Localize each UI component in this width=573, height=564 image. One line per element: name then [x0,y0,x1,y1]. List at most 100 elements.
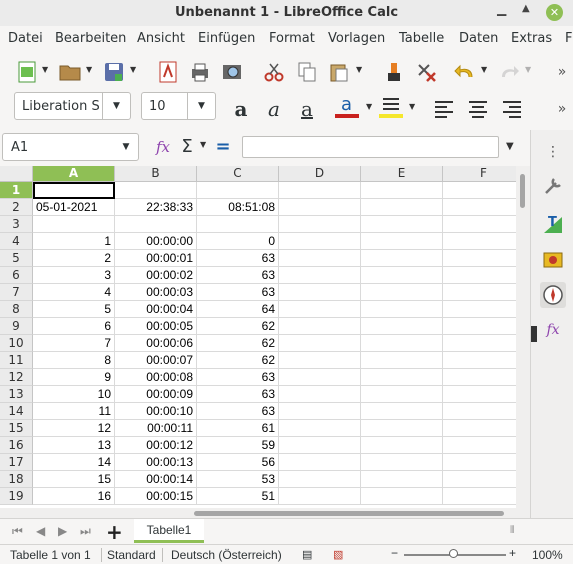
clone-formatting-icon[interactable] [381,59,407,85]
table-cell[interactable]: 12 [33,420,115,437]
zoom-level[interactable]: 100% [532,548,563,562]
table-cell[interactable]: 00:00:03 [115,284,197,301]
add-sheet-icon[interactable]: + [106,520,123,544]
italic-icon[interactable]: a [261,96,287,122]
table-cell[interactable]: 08:51:08 [197,199,279,216]
table-cell[interactable]: 3 [33,267,115,284]
table-cell[interactable] [443,437,516,454]
table-cell[interactable]: 00:00:12 [115,437,197,454]
table-cell[interactable] [443,267,516,284]
table-cell[interactable] [279,250,361,267]
menu-tabelle[interactable]: Tabelle [399,31,444,46]
table-cell[interactable]: 00:00:06 [115,335,197,352]
highlight-dropdown-icon[interactable]: ▼ [409,102,415,111]
table-cell[interactable]: 14 [33,454,115,471]
redo-dropdown-icon[interactable]: ▼ [525,65,531,74]
table-cell[interactable]: 53 [197,471,279,488]
gallery-icon[interactable] [541,248,565,272]
chevron-down-icon[interactable]: ▼ [187,93,215,119]
sum-icon[interactable]: Σ [174,133,200,159]
table-cell[interactable]: 22:38:33 [115,199,197,216]
table-cell[interactable]: 62 [197,318,279,335]
menu-ansicht[interactable]: Ansicht [137,31,185,46]
clear-formatting-icon[interactable] [413,59,439,85]
print-preview-icon[interactable] [219,59,245,85]
row-header[interactable]: 18 [0,471,33,488]
document-modified-icon[interactable]: ▧ [333,548,343,561]
table-cell[interactable]: 15 [33,471,115,488]
styles-icon[interactable]: T [541,212,565,236]
table-cell[interactable]: 59 [197,437,279,454]
formula-icon[interactable]: = [210,133,236,159]
table-cell[interactable]: 00:00:02 [115,267,197,284]
table-cell[interactable] [361,233,443,250]
table-cell[interactable]: 00:00:00 [115,233,197,250]
active-cell[interactable] [33,182,115,199]
table-cell[interactable]: 10 [33,386,115,403]
sheet-tab-tabelle1[interactable]: Tabelle1 [134,519,204,543]
column-header-a[interactable]: A [33,166,115,182]
table-cell[interactable]: 63 [197,369,279,386]
column-header-e[interactable]: E [361,166,443,182]
table-cell[interactable]: 00:00:08 [115,369,197,386]
save-icon[interactable] [101,59,127,85]
table-cell[interactable]: 6 [33,318,115,335]
table-cell[interactable] [279,454,361,471]
table-cell[interactable]: 00:00:09 [115,386,197,403]
table-cell[interactable]: 0 [197,233,279,250]
table-cell[interactable] [361,199,443,216]
table-cell[interactable] [443,233,516,250]
menu-vorlagen[interactable]: Vorlagen [328,31,385,46]
table-cell[interactable] [361,182,443,199]
row-header[interactable]: 10 [0,335,33,352]
align-left-icon[interactable] [432,96,458,122]
zoom-slider-knob[interactable] [449,549,458,558]
table-cell[interactable] [361,454,443,471]
chevron-down-icon[interactable]: ▼ [114,134,138,160]
table-cell[interactable] [443,284,516,301]
menu-datei[interactable]: Datei [8,31,43,46]
cut-icon[interactable] [261,59,287,85]
paste-icon[interactable] [326,59,352,85]
maximize-icon[interactable]: ▲ [522,3,530,14]
table-cell[interactable] [361,250,443,267]
table-cell[interactable] [443,386,516,403]
table-cell[interactable] [443,182,516,199]
sidebar-menu-icon[interactable]: ⋮ [541,140,565,164]
table-cell[interactable] [279,420,361,437]
table-cell[interactable]: 2 [33,250,115,267]
more-options-icon[interactable]: » [549,59,573,85]
font-color-icon[interactable]: a [334,94,360,120]
row-header[interactable]: 12 [0,369,33,386]
menu-daten[interactable]: Daten [459,31,498,46]
table-cell[interactable] [361,369,443,386]
table-cell[interactable] [361,267,443,284]
row-header[interactable]: 6 [0,267,33,284]
row-header[interactable]: 15 [0,420,33,437]
table-cell[interactable] [443,403,516,420]
expand-formula-icon[interactable]: ▼ [506,141,514,152]
tab-splitter-icon[interactable]: ⦀ [510,525,514,536]
table-cell[interactable]: 62 [197,335,279,352]
table-cell[interactable] [279,403,361,420]
horizontal-scrollbar[interactable] [0,508,530,518]
sidebar-collapse-handle[interactable] [531,326,537,342]
table-cell[interactable] [443,301,516,318]
table-cell[interactable] [279,488,361,505]
column-header-c[interactable]: C [197,166,279,182]
table-cell[interactable]: 1 [33,233,115,250]
table-cell[interactable] [443,420,516,437]
table-cell[interactable]: 05-01-2021 [33,199,115,216]
table-cell[interactable] [443,369,516,386]
table-cell[interactable] [279,301,361,318]
row-header[interactable]: 16 [0,437,33,454]
next-sheet-icon[interactable]: ▶ [58,524,67,538]
name-box[interactable]: A1 ▼ [2,133,139,161]
row-header[interactable]: 13 [0,386,33,403]
row-header[interactable]: 8 [0,301,33,318]
table-cell[interactable] [361,318,443,335]
row-header[interactable]: 4 [0,233,33,250]
table-cell[interactable]: 00:00:04 [115,301,197,318]
undo-dropdown-icon[interactable]: ▼ [481,65,487,74]
row-header[interactable]: 9 [0,318,33,335]
